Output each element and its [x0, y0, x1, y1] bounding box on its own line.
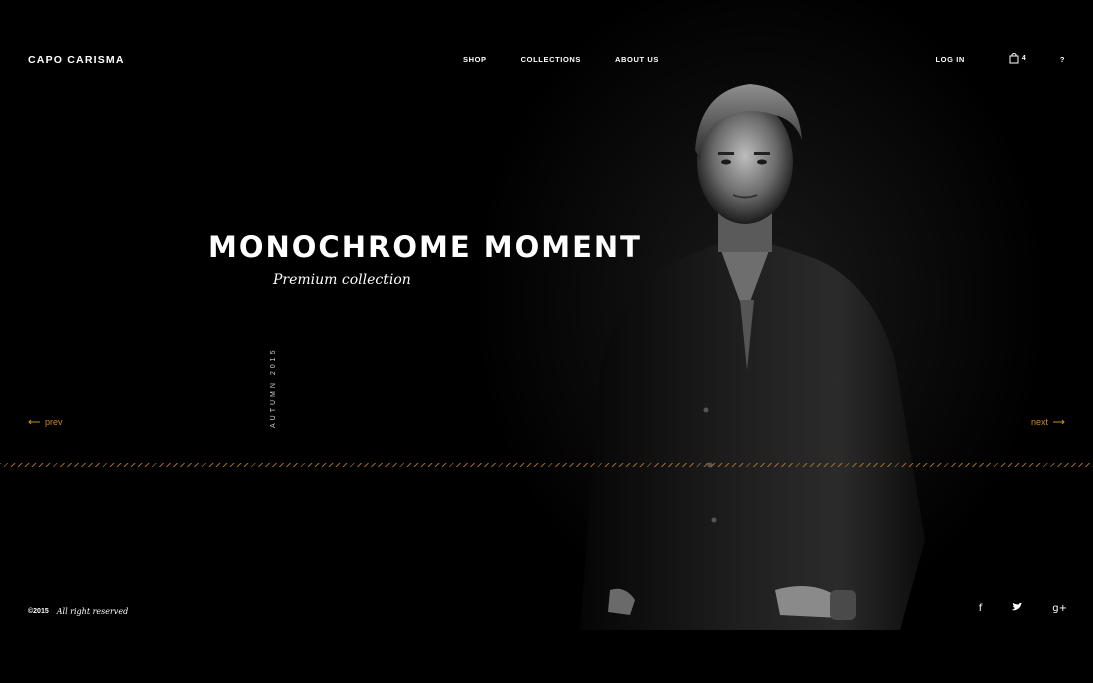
- social-links: f g+: [979, 602, 1067, 614]
- google-plus-icon[interactable]: g+: [1052, 603, 1067, 614]
- footer-copyright: ©2015 All right reserved: [28, 607, 128, 616]
- brand-logo[interactable]: CAPO CARISMA: [28, 54, 125, 66]
- copyright-text: All right reserved: [56, 607, 129, 616]
- nav-shop[interactable]: SHOP: [463, 55, 487, 64]
- season-label: AUTUMN 2015: [270, 347, 277, 428]
- next-label: next: [1030, 417, 1048, 427]
- twitter-bird-glyph: [1012, 602, 1023, 611]
- help-button[interactable]: ?: [1060, 55, 1065, 64]
- twitter-icon[interactable]: [1012, 602, 1023, 614]
- main-nav: SHOP COLLECTIONS ABOUT US: [463, 55, 659, 64]
- slider-divider: [0, 463, 1093, 467]
- copyright-year: ©2015: [28, 608, 49, 615]
- cart-count: 4: [1021, 54, 1026, 62]
- nav-collections[interactable]: COLLECTIONS: [521, 55, 581, 64]
- hero-subtitle: Premium collection: [273, 272, 411, 288]
- arrow-left-icon: [28, 419, 40, 425]
- prev-label: prev: [45, 417, 63, 427]
- nav-about-us[interactable]: ABOUT US: [615, 55, 659, 64]
- hero-title: MONOCHROME MOMENT: [208, 230, 642, 264]
- login-link[interactable]: LOG IN: [935, 55, 964, 64]
- model-photo: [580, 84, 925, 630]
- shopping-bag-icon: [1009, 53, 1019, 64]
- next-slide-button[interactable]: next: [1031, 417, 1065, 427]
- prev-slide-button[interactable]: prev: [28, 417, 63, 427]
- cart-button[interactable]: 4: [1009, 52, 1026, 64]
- account-nav: LOG IN 4 ?: [935, 52, 1065, 64]
- facebook-icon[interactable]: f: [979, 603, 983, 614]
- arrow-right-icon: [1053, 419, 1065, 425]
